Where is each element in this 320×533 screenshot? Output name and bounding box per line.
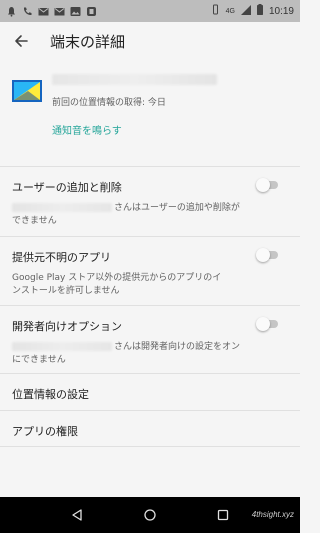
square-recents-icon (218, 509, 229, 521)
location-settings-item[interactable]: 位置情報の設定 (0, 374, 300, 410)
app-notification-icon (86, 6, 97, 17)
location-settings-label: 位置情報の設定 (12, 388, 89, 401)
setting-title: ユーザーの追加と削除 (12, 181, 122, 194)
device-name-redacted (52, 74, 217, 85)
ring-device-link[interactable]: 通知音を鳴らす (52, 122, 122, 137)
signal-icon (240, 4, 251, 18)
image-icon (70, 6, 81, 17)
phone-icon (22, 6, 33, 17)
setting-description: さんはユーザーの追加や削除が できません (12, 202, 252, 228)
gmail-icon (38, 6, 49, 17)
setting-developer-options[interactable]: 開発者向けオプション さんは開発者向けの設定をオン にできません (0, 306, 300, 366)
nav-recents-button[interactable] (208, 500, 238, 530)
status-bar: 4G 10:19 (0, 0, 300, 22)
last-location-text: 前回の位置情報の取得: 今日 (52, 98, 166, 108)
device-info: 前回の位置情報の取得: 今日 通知音を鳴らす (0, 60, 300, 160)
battery-icon (256, 4, 263, 18)
page-title: 端末の詳細 (50, 32, 126, 51)
add-remove-users-toggle[interactable] (256, 178, 280, 192)
toggle-thumb (256, 178, 270, 192)
toggle-thumb (256, 248, 270, 262)
arrow-back-icon (15, 35, 28, 47)
setting-add-remove-users[interactable]: ユーザーの追加と削除 さんはユーザーの追加や削除が できません (0, 167, 300, 227)
gmail-icon-2 (54, 6, 65, 17)
app-bar: 端末の詳細 (0, 22, 300, 60)
vibrate-icon (211, 4, 220, 18)
app-permissions-label: アプリの権限 (12, 425, 78, 438)
watermark: 4thsight.xyz (251, 510, 294, 519)
divider (0, 446, 300, 447)
clock: 10:19 (268, 5, 294, 17)
status-indicators: 4G 10:19 (211, 4, 294, 18)
circle-home-icon (144, 509, 156, 521)
nav-home-button[interactable] (135, 500, 165, 530)
setting-description: Google Play ストア以外の提供元からのアプリのイ ンストールを許可しま… (12, 272, 282, 298)
setting-title: 開発者向けオプション (12, 320, 122, 333)
back-button[interactable] (0, 22, 42, 60)
setting-description-line1: さんはユーザーの追加や削除が (114, 203, 240, 213)
notification-icons (6, 6, 97, 17)
device-icon (12, 80, 42, 102)
setting-description-line2: できません (12, 216, 57, 226)
notification-bell-icon (6, 6, 17, 17)
setting-description-line1: さんは開発者向けの設定をオン (114, 342, 241, 352)
setting-description: さんは開発者向けの設定をオン にできません (12, 341, 252, 367)
setting-description-line1: Google Play ストア以外の提供元からのアプリのイ (12, 273, 222, 283)
nav-back-button[interactable] (62, 500, 92, 530)
setting-title: 提供元不明のアプリ (12, 251, 111, 264)
setting-description-line2: ンストールを許可しません (12, 286, 120, 296)
user-name-redacted (12, 342, 112, 351)
user-name-redacted (12, 203, 112, 212)
unknown-sources-toggle[interactable] (256, 248, 280, 262)
developer-options-toggle[interactable] (256, 317, 280, 331)
network-type: 4G (225, 7, 235, 15)
toggle-thumb (256, 317, 270, 331)
app-permissions-item[interactable]: アプリの権限 (0, 411, 300, 447)
triangle-back-icon (72, 509, 82, 521)
setting-unknown-sources[interactable]: 提供元不明のアプリ Google Play ストア以外の提供元からのアプリのイ … (0, 237, 300, 297)
setting-description-line2: にできません (12, 355, 66, 365)
